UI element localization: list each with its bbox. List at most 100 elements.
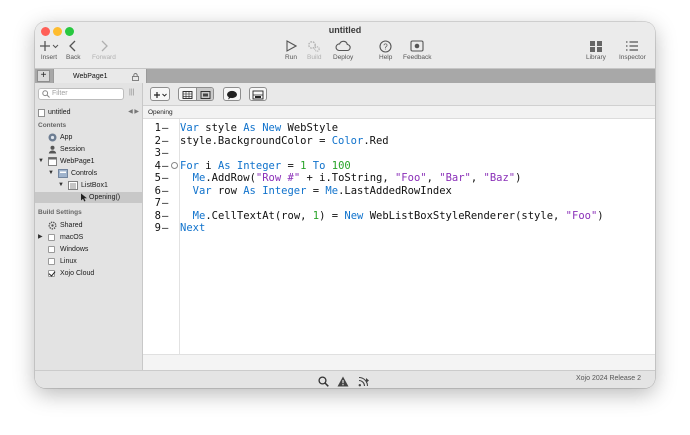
inspector-button[interactable]: Inspector [619, 40, 646, 61]
nav-item-session[interactable]: Session [35, 144, 143, 155]
filter-placeholder: Filter [52, 90, 68, 97]
linux-checkbox[interactable] [48, 258, 55, 265]
code-token: .LastAddedRowIndex [338, 184, 452, 197]
fold-toggle-icon[interactable] [171, 161, 178, 169]
line-code: For i As Integer = 1 To 100 [180, 160, 351, 173]
chevron-right-icon [92, 40, 116, 54]
xojo-cloud-checkbox[interactable] [48, 270, 55, 277]
inspector-label: Inspector [619, 54, 646, 61]
search-icon[interactable] [318, 374, 329, 388]
code-line[interactable]: 2– style.BackgroundColor = Color.Red [143, 135, 655, 148]
library-icon [586, 40, 606, 54]
tab-webpage1[interactable]: WebPage1 [53, 69, 147, 84]
line-number: 3 [154, 147, 161, 159]
windows-checkbox[interactable] [48, 246, 55, 253]
nav-item-label: WebPage1 [60, 158, 95, 165]
title-bar: untitled Insert Back Forward Run Build D… [35, 22, 655, 68]
line-number: 6 [154, 184, 161, 197]
code-token: Var [180, 122, 199, 134]
build-item-linux[interactable]: Linux [35, 256, 143, 267]
code-line[interactable]: 3– [143, 147, 655, 160]
disclosure-closed-icon[interactable]: ▶ [38, 232, 43, 243]
line-marker: – [162, 222, 169, 234]
code-line[interactable]: 9– Next [143, 222, 655, 235]
build-item-xojo-cloud[interactable]: Xojo Cloud [35, 268, 143, 279]
history-arrows-icon[interactable]: ◀ ▶ [128, 107, 139, 118]
deploy-label: Deploy [333, 54, 354, 61]
add-tab-button[interactable]: + [37, 70, 50, 82]
code-token: As Integer [217, 159, 282, 172]
code-line[interactable]: 5– Me.AddRow("Row #" + i.ToString, "Foo"… [143, 172, 655, 185]
tab-label: WebPage1 [73, 73, 108, 80]
preview-button[interactable] [249, 87, 267, 101]
library-button[interactable]: Library [586, 40, 606, 61]
nav-item-webpage1[interactable]: ▼ WebPage1 [35, 156, 143, 167]
code-line[interactable]: 4– For i As Integer = 1 To 100 [143, 160, 655, 173]
forward-button[interactable]: Forward [92, 40, 116, 61]
columns-toggle-icon[interactable]: ||| [129, 89, 134, 96]
nav-item-controls[interactable]: ▼ Controls [35, 168, 143, 179]
editor-toolbar [143, 83, 655, 106]
line-marker: – [162, 172, 169, 184]
build-item-macos[interactable]: ▶ macOS [35, 232, 143, 243]
macos-checkbox[interactable] [48, 234, 55, 241]
deploy-button[interactable]: Deploy [333, 40, 353, 61]
play-icon [285, 40, 297, 54]
nav-item-opening[interactable]: Opening() [35, 192, 143, 203]
line-code: Me.CellTextAt(row, 1) = New WebListBoxSt… [180, 210, 604, 223]
feedback-button[interactable]: Feedback [403, 40, 432, 61]
code-token: = [281, 159, 301, 172]
back-button[interactable]: Back [66, 40, 80, 61]
remote-debug-icon[interactable] [358, 374, 370, 388]
code-token: Next [180, 222, 206, 234]
add-member-button[interactable] [150, 87, 170, 101]
code-token: 100 [331, 159, 351, 172]
build-button[interactable]: Build [307, 40, 321, 61]
code-token: Me [325, 184, 339, 197]
insert-button[interactable]: Insert [39, 40, 59, 61]
view-mode-segmented[interactable] [178, 87, 214, 101]
build-item-shared[interactable]: Shared [35, 220, 143, 231]
run-label: Run [285, 54, 297, 61]
filter-input[interactable]: Filter [38, 88, 124, 100]
nav-item-label: ListBox1 [81, 182, 108, 189]
build-item-windows[interactable]: Windows [35, 244, 143, 255]
plus-icon [39, 40, 59, 54]
grid-view-icon[interactable] [179, 88, 196, 100]
code-line[interactable]: 6– Var row As Integer = Me.LastAddedRowI… [143, 185, 655, 198]
code-line[interactable]: 7– [143, 197, 655, 210]
nav-item-app[interactable]: App [35, 132, 143, 143]
nav-item-label: Opening() [89, 194, 121, 201]
code-line[interactable]: 8– Me.CellTextAt(row, 1) = New WebListBo… [143, 210, 655, 223]
run-button[interactable]: Run [285, 40, 297, 61]
nav-item-label: App [60, 134, 73, 141]
code-line[interactable]: 1– Var style As New WebStyle [143, 122, 655, 135]
help-button[interactable]: ? Help [379, 40, 392, 61]
line-number: 1 [154, 122, 161, 134]
code-token: style.BackgroundColor = [180, 134, 332, 147]
disclosure-open-icon[interactable]: ▼ [58, 180, 64, 191]
line-marker: – [162, 134, 169, 147]
chevron-left-icon [66, 40, 80, 54]
nav-item-listbox1[interactable]: ▼ ListBox1 [35, 180, 143, 191]
line-number: 2 [154, 134, 161, 147]
code-token: "Foo" [394, 172, 427, 184]
search-icon [42, 90, 50, 102]
code-token: + i.ToString, [300, 172, 395, 184]
disclosure-open-icon[interactable]: ▼ [38, 156, 44, 167]
disclosure-open-icon[interactable]: ▼ [48, 168, 54, 179]
comment-button[interactable] [223, 87, 241, 101]
code-token: Var [192, 184, 212, 197]
cloud-icon [333, 40, 353, 54]
speech-bubble-icon [227, 90, 237, 100]
code-editor[interactable]: 1– Var style As New WebStyle 2– style.Backg… [143, 119, 655, 354]
warning-icon[interactable] [337, 374, 349, 388]
code-token: "Foo" [565, 209, 598, 222]
line-number: 4 [154, 159, 161, 172]
layout-view-icon[interactable] [196, 88, 213, 100]
nav-project[interactable]: untitled ◀ ▶ [35, 107, 143, 118]
svg-text:?: ? [383, 43, 388, 52]
line-marker: – [162, 197, 169, 209]
